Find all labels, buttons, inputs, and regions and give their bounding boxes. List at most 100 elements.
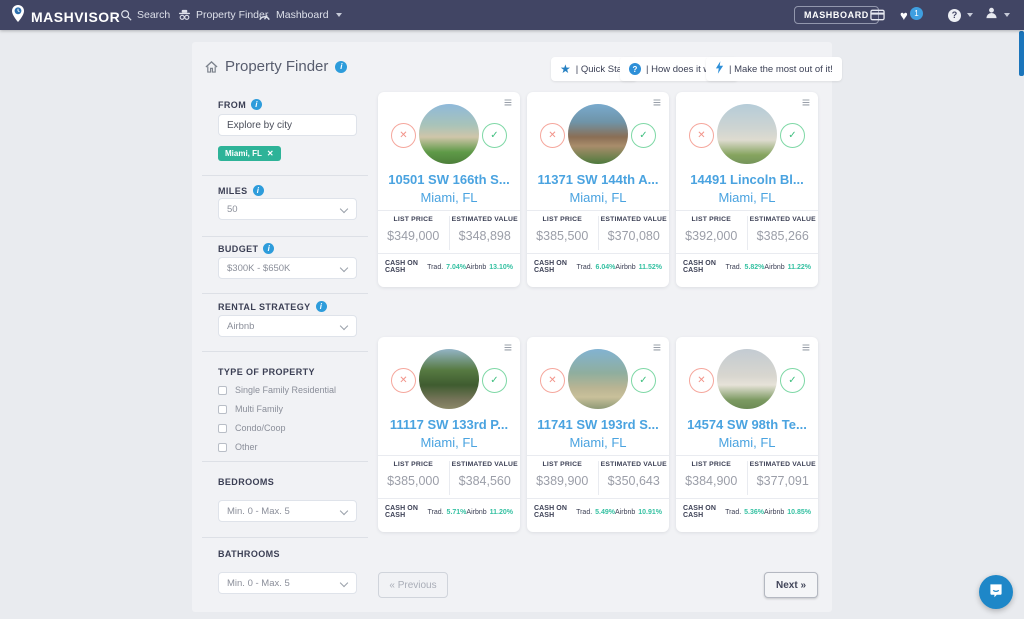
bedrooms-select[interactable]: Min. 0 - Max. 5 [218, 500, 357, 522]
property-city[interactable]: Miami, FL [676, 435, 818, 450]
checkbox-icon[interactable] [218, 386, 227, 395]
checkbox-icon[interactable] [218, 424, 227, 433]
property-photo[interactable] [568, 349, 628, 409]
chevron-down-icon [340, 322, 348, 330]
property-card: ≡ ✕ ✓ 10501 SW 166th S... Miami, FL LIST… [378, 92, 520, 287]
property-address[interactable]: 11371 SW 144th A... [527, 172, 669, 187]
mashboard-button[interactable]: MASHBOARD [794, 6, 879, 24]
info-icon[interactable]: i [251, 99, 262, 110]
property-card: ≡ ✕ ✓ 11371 SW 144th A... Miami, FL LIST… [527, 92, 669, 287]
property-address[interactable]: 14574 SW 98th Te... [676, 417, 818, 432]
x-icon: ✕ [548, 130, 556, 141]
airbnb-label: Airbnb [466, 509, 486, 516]
favorites-heart-icon[interactable]: ♥ 1 [900, 0, 908, 30]
property-address[interactable]: 10501 SW 166th S... [378, 172, 520, 187]
check-icon: ✓ [639, 130, 647, 141]
checkbox-other[interactable]: Other [218, 442, 258, 452]
card-menu-icon[interactable]: ≡ [653, 94, 661, 110]
checkbox-condo-coop[interactable]: Condo/Coop [218, 423, 286, 433]
airbnb-value: 11.22% [788, 264, 811, 271]
info-icon[interactable]: i [253, 185, 264, 196]
property-photo[interactable] [419, 104, 479, 164]
page-scrollbar[interactable] [1019, 31, 1024, 76]
estimated-value: $385,266 [748, 229, 819, 243]
list-price-label: LIST PRICE [378, 461, 449, 468]
next-page-button[interactable]: Next » [764, 572, 818, 598]
checkbox-icon[interactable] [218, 443, 227, 452]
brand-name: MASHVISOR [31, 9, 120, 25]
property-city[interactable]: Miami, FL [527, 435, 669, 450]
bathrooms-select[interactable]: Min. 0 - Max. 5 [218, 572, 357, 594]
card-menu-icon[interactable]: ≡ [802, 339, 810, 355]
trad-label: Trad. [427, 509, 443, 516]
from-label: FROM i [218, 99, 262, 110]
budget-select[interactable]: $300K - $650K [218, 257, 357, 279]
reject-button[interactable]: ✕ [540, 123, 565, 148]
card-menu-icon[interactable]: ≡ [504, 339, 512, 355]
checkbox-single-family[interactable]: Single Family Residential [218, 385, 336, 395]
trad-value: 5.82% [745, 264, 765, 271]
reject-button[interactable]: ✕ [540, 368, 565, 393]
price-row: LIST PRICE $392,000 ESTIMATED VALUE $385… [676, 214, 818, 252]
airbnb-value: 10.85% [787, 509, 811, 516]
property-city[interactable]: Miami, FL [378, 190, 520, 205]
property-photo[interactable] [419, 349, 479, 409]
list-price-value: $385,500 [527, 229, 598, 243]
accept-button[interactable]: ✓ [780, 123, 805, 148]
accept-button[interactable]: ✓ [482, 123, 507, 148]
x-icon: ✕ [399, 130, 407, 141]
property-address[interactable]: 14491 Lincoln Bl... [676, 172, 818, 187]
cash-on-cash-label: CASH ON CASH [534, 505, 576, 519]
accept-button[interactable]: ✓ [631, 368, 656, 393]
make-the-most-button[interactable]: | Make the most out of it! [706, 57, 842, 81]
property-photo[interactable] [717, 349, 777, 409]
help-menu[interactable]: ? [948, 0, 973, 30]
nav-item-mashboard[interactable]: Mashboard [258, 0, 342, 30]
info-icon[interactable]: i [335, 61, 347, 73]
property-city[interactable]: Miami, FL [378, 435, 520, 450]
city-search-input[interactable] [218, 114, 357, 136]
account-menu[interactable] [985, 0, 1010, 30]
info-icon[interactable]: i [263, 243, 274, 254]
card-menu-icon[interactable]: ≡ [504, 94, 512, 110]
cash-on-cash-row: CASH ON CASH Trad.5.71% Airbnb11.20% [385, 505, 513, 519]
accept-button[interactable]: ✓ [482, 368, 507, 393]
reject-button[interactable]: ✕ [689, 368, 714, 393]
checkbox-icon[interactable] [218, 405, 227, 414]
chat-launcher-button[interactable] [979, 575, 1013, 609]
chevron-down-icon [967, 13, 973, 17]
reject-button[interactable]: ✕ [689, 123, 714, 148]
type-of-property-label: TYPE OF PROPERTY [218, 367, 315, 377]
nav-item-property-finder[interactable]: Property Finder [178, 0, 268, 30]
miles-select[interactable]: 50 [218, 198, 357, 220]
list-price-value: $392,000 [676, 229, 747, 243]
previous-page-button[interactable]: « Previous [378, 572, 448, 598]
reject-button[interactable]: ✕ [391, 368, 416, 393]
estimated-value-label: ESTIMATED VALUE [748, 461, 819, 468]
property-photo[interactable] [568, 104, 628, 164]
property-address[interactable]: 11117 SW 133rd P... [378, 417, 520, 432]
property-photo[interactable] [717, 104, 777, 164]
city-tag-miami[interactable]: Miami, FL ✕ [218, 146, 281, 161]
info-icon[interactable]: i [316, 301, 327, 312]
brand-logo[interactable]: MASHVISOR [10, 4, 120, 29]
checkbox-multi-family[interactable]: Multi Family [218, 404, 283, 414]
cash-on-cash-row: CASH ON CASH Trad.5.36% Airbnb10.85% [683, 505, 811, 519]
card-menu-icon[interactable]: ≡ [802, 94, 810, 110]
reject-button[interactable]: ✕ [391, 123, 416, 148]
card-menu-icon[interactable]: ≡ [653, 339, 661, 355]
nav-item-label: Search [137, 9, 170, 21]
airbnb-value: 10.91% [638, 509, 662, 516]
property-address[interactable]: 11741 SW 193rd S... [527, 417, 669, 432]
remove-tag-icon[interactable]: ✕ [267, 149, 274, 158]
accept-button[interactable]: ✓ [780, 368, 805, 393]
rental-strategy-select[interactable]: Airbnb [218, 315, 357, 337]
property-city[interactable]: Miami, FL [527, 190, 669, 205]
cash-on-cash-label: CASH ON CASH [385, 260, 427, 274]
nav-item-search[interactable]: Search [120, 0, 170, 30]
billing-card-icon[interactable] [870, 0, 885, 30]
list-price-label: LIST PRICE [676, 461, 747, 468]
divider [676, 210, 818, 211]
accept-button[interactable]: ✓ [631, 123, 656, 148]
property-city[interactable]: Miami, FL [676, 190, 818, 205]
